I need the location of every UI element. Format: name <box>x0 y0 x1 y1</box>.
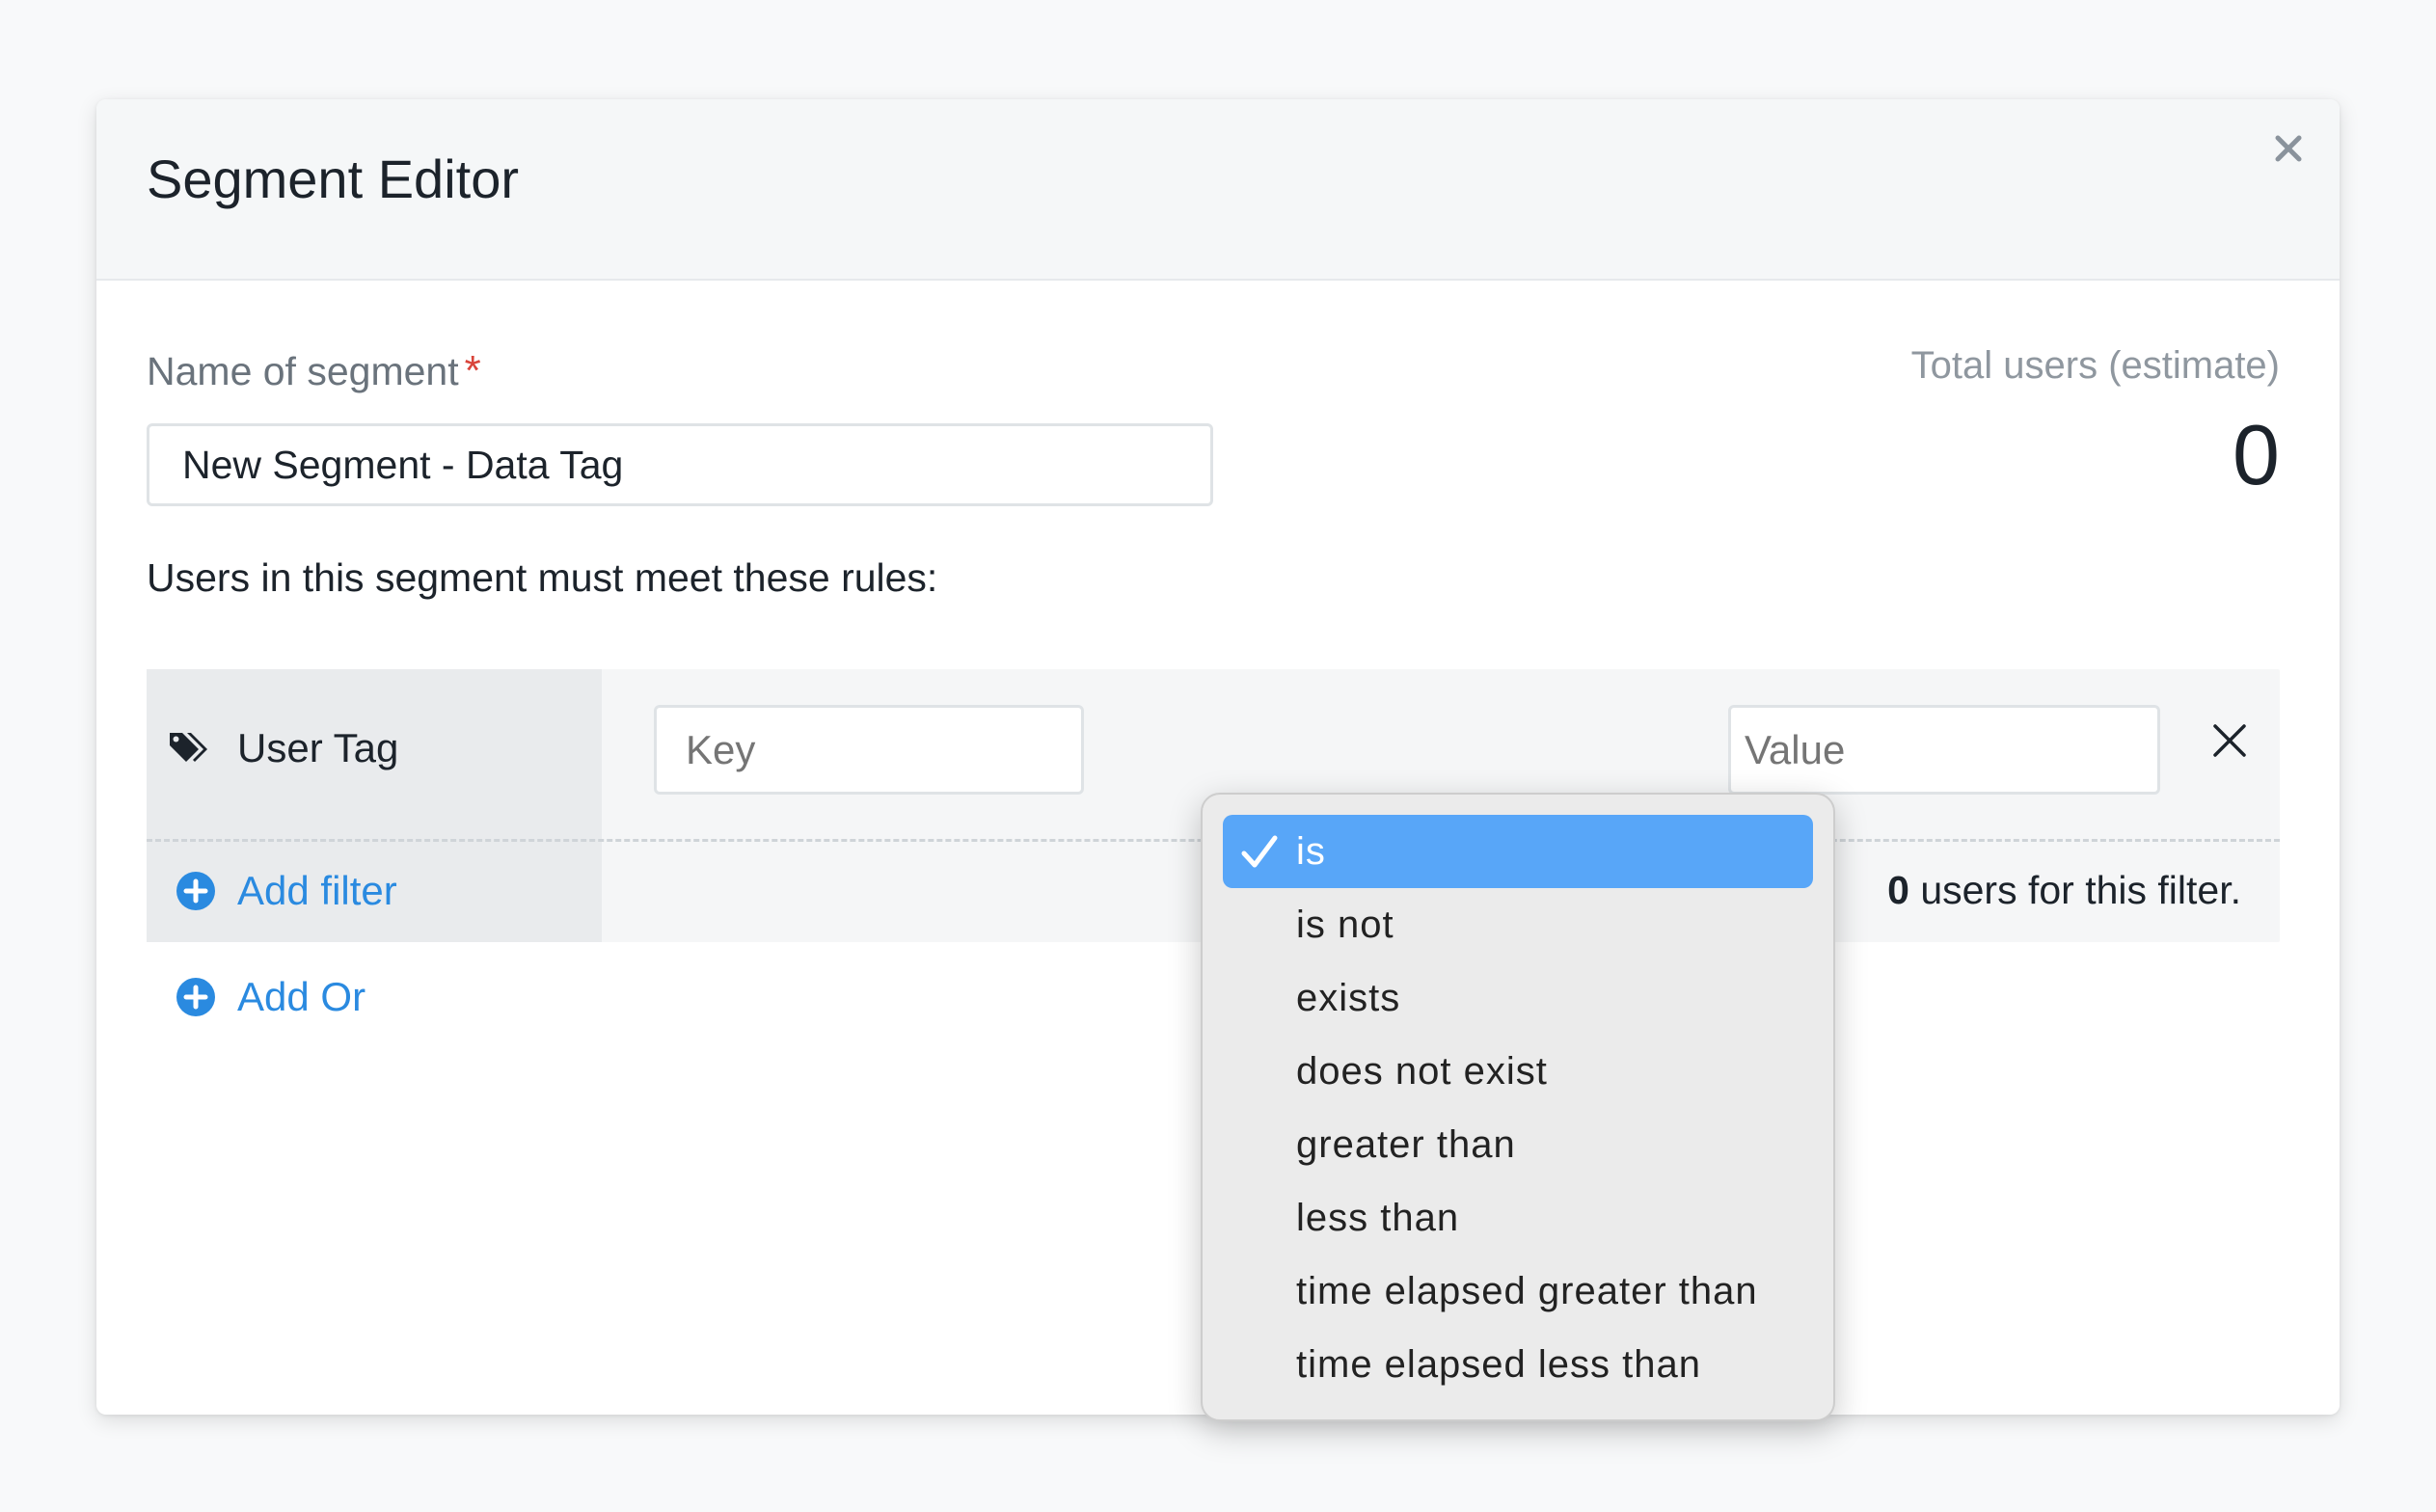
option-label: time elapsed less than <box>1296 1342 1702 1386</box>
segment-editor-modal: Segment Editor Name of segment* Total us… <box>96 99 2340 1421</box>
filter-count-suffix: users for this filter. <box>1908 868 2241 912</box>
rule-type-label: User Tag <box>237 725 399 770</box>
close-icon <box>2275 135 2302 162</box>
plus-circle-icon <box>176 978 215 1016</box>
dropdown-option-does-not-exist[interactable]: does not exist <box>1223 1035 1813 1108</box>
dropdown-option-greater-than[interactable]: greater than <box>1223 1108 1813 1181</box>
add-filter-label: Add filter <box>237 868 397 913</box>
add-or-button[interactable]: Add Or <box>176 974 365 1020</box>
modal-title: Segment Editor <box>147 148 519 209</box>
tag-icon <box>170 733 207 762</box>
filter-count-value: 0 <box>1887 868 1909 912</box>
option-label: greater than <box>1296 1122 1516 1166</box>
required-marker: * <box>464 347 481 394</box>
modal-header: Segment Editor <box>96 99 2340 281</box>
close-icon <box>2213 724 2246 757</box>
add-or-label: Add Or <box>237 974 366 1019</box>
filter-user-count: 0 users for this filter. <box>1887 868 2241 913</box>
option-label: is <box>1296 829 1326 873</box>
total-users-value: 0 <box>2233 407 2280 502</box>
segment-name-input[interactable] <box>147 423 1213 506</box>
plus-circle-icon <box>176 872 215 910</box>
dropdown-option-exists[interactable]: exists <box>1223 961 1813 1035</box>
option-label: less than <box>1296 1196 1460 1239</box>
total-users-label: Total users (estimate) <box>1910 344 2280 387</box>
key-input[interactable] <box>654 705 1084 795</box>
name-of-segment-label: Name of segment * <box>147 347 481 395</box>
option-label: exists <box>1296 976 1401 1019</box>
dropdown-option-time-elapsed-greater-than[interactable]: time elapsed greater than <box>1223 1255 1813 1328</box>
add-filter-button[interactable]: Add filter <box>176 868 397 914</box>
rule-type-header: User Tag <box>168 725 398 771</box>
checkmark-icon <box>1241 835 1278 868</box>
rules-description: Users in this segment must meet these ru… <box>147 555 938 600</box>
remove-filter-button[interactable] <box>2191 702 2268 779</box>
option-label: time elapsed greater than <box>1296 1269 1758 1312</box>
close-modal-button[interactable] <box>2255 115 2322 182</box>
dropdown-option-less-than[interactable]: less than <box>1223 1181 1813 1255</box>
operator-dropdown-menu[interactable]: is is not exists does not exist greater … <box>1201 793 1835 1421</box>
name-label-text: Name of segment <box>147 349 459 393</box>
option-label: does not exist <box>1296 1049 1548 1093</box>
rule-type-panel: User Tag Add filter <box>147 669 602 942</box>
dropdown-option-time-elapsed-less-than[interactable]: time elapsed less than <box>1223 1328 1813 1401</box>
dropdown-option-is[interactable]: is <box>1223 815 1813 888</box>
dropdown-option-is-not[interactable]: is not <box>1223 888 1813 961</box>
value-input[interactable] <box>1728 705 2160 795</box>
option-label: is not <box>1296 903 1394 946</box>
